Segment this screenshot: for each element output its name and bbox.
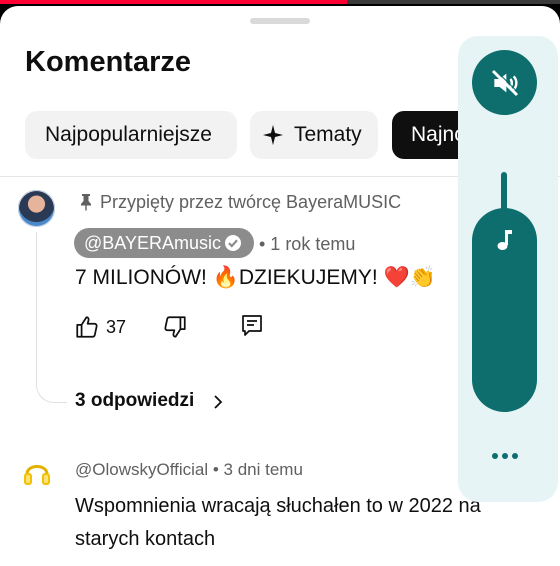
avatar[interactable] bbox=[22, 458, 52, 488]
replies-count: 3 odpowiedzi bbox=[75, 390, 195, 411]
author-name: @BAYERAmusic bbox=[84, 233, 221, 253]
playback-progress-fill bbox=[0, 0, 348, 4]
more-options-button[interactable] bbox=[485, 442, 525, 470]
replies-link[interactable]: 3 odpowiedzi bbox=[75, 390, 223, 412]
chip-most-popular[interactable]: Najpopularniejsze bbox=[25, 111, 237, 159]
pinned-text: Przypięty przez twórcę BayeraMUSIC bbox=[100, 192, 402, 212]
pin-icon bbox=[81, 194, 91, 211]
verified-icon bbox=[225, 235, 241, 251]
music-note-icon bbox=[497, 230, 512, 250]
more-horizontal-icon bbox=[492, 453, 518, 459]
chip-topics[interactable]: Tematy bbox=[250, 111, 378, 159]
sparkle-icon bbox=[262, 124, 284, 146]
author-badge[interactable]: @BAYERAmusic bbox=[74, 228, 254, 258]
volume-slider[interactable] bbox=[472, 208, 537, 412]
dislike-icon[interactable] bbox=[162, 314, 188, 340]
thread-line bbox=[36, 232, 67, 403]
drag-handle[interactable] bbox=[250, 18, 310, 24]
page-title: Komentarze bbox=[25, 46, 191, 78]
reply-icon[interactable] bbox=[240, 313, 264, 339]
avatar[interactable] bbox=[18, 190, 55, 227]
playback-progress-bar[interactable] bbox=[0, 0, 560, 4]
comment-author-meta: @OlowskyOfficial • 3 dni temu bbox=[75, 460, 303, 479]
chevron-right-icon bbox=[214, 395, 223, 409]
comment-text: 7 MILIONÓW! 🔥DZIEKUJEMY! ❤️👏 bbox=[75, 266, 436, 289]
mute-button[interactable] bbox=[472, 50, 537, 115]
like-icon[interactable] bbox=[74, 314, 100, 340]
volume-muted-icon bbox=[491, 68, 519, 96]
chip-label: Tematy bbox=[294, 123, 362, 146]
chip-label: Najpopularniejsze bbox=[45, 123, 212, 146]
comment-text: Wspomnienia wracają słuchałen to w 2022 … bbox=[75, 495, 481, 550]
comment-timestamp: • 1 rok temu bbox=[259, 234, 356, 254]
like-count: 37 bbox=[106, 317, 127, 337]
